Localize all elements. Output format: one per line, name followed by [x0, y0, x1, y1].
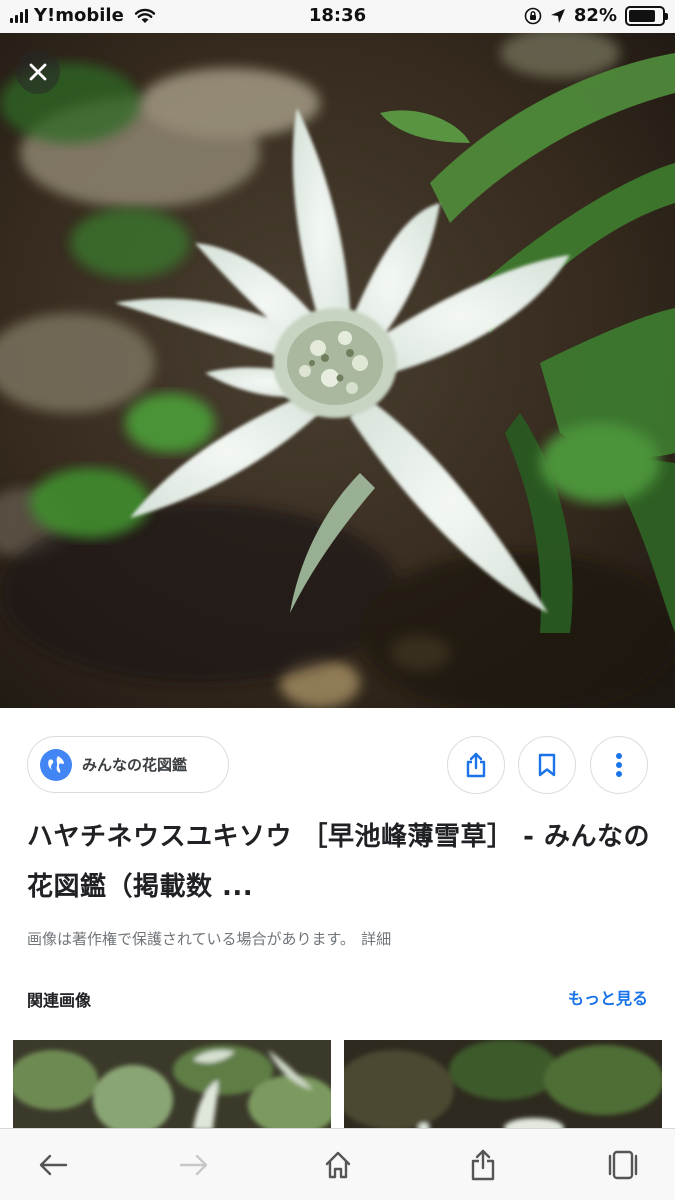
back-arrow-icon: [39, 1154, 68, 1176]
battery-icon: [625, 5, 668, 26]
edelweiss-photo: [0, 33, 675, 708]
see-more-link[interactable]: もっと見る: [568, 985, 648, 1009]
source-chip[interactable]: みんなの花図鑑: [27, 736, 229, 793]
related-image-1: [13, 1040, 331, 1130]
share-button[interactable]: [447, 736, 505, 794]
browser-toolbar: [0, 1128, 675, 1200]
tabs-button[interactable]: [601, 1143, 645, 1187]
more-options-button[interactable]: [590, 736, 648, 794]
copyright-notice: 画像は著作権で保護されている場合があります。 詳細: [27, 928, 391, 949]
battery-fill: [629, 9, 656, 22]
globe-icon: [40, 748, 72, 781]
share-icon: [466, 752, 486, 778]
more-vertical-icon: [616, 753, 622, 777]
location-icon: [550, 8, 565, 23]
tabs-icon: [608, 1150, 638, 1180]
close-icon: [29, 63, 47, 81]
forward-button[interactable]: [172, 1143, 216, 1187]
orientation-lock-icon: [524, 7, 542, 24]
result-title[interactable]: ハヤチネウスユキソウ ［早池峰薄雪草］ - みんなの花図鑑（掲載数 ...: [27, 812, 652, 912]
related-image-thumbnail[interactable]: [344, 1040, 662, 1130]
status-bar: Y!mobile 18:36 82%: [0, 0, 675, 33]
main-image[interactable]: [0, 33, 675, 708]
details-link[interactable]: 詳細: [361, 930, 391, 948]
toolbar-share-button[interactable]: [461, 1143, 505, 1187]
forward-arrow-icon: [179, 1154, 208, 1176]
copyright-text: 画像は著作権で保護されている場合があります。: [27, 930, 356, 948]
back-button[interactable]: [31, 1143, 75, 1187]
home-icon: [325, 1151, 351, 1179]
close-button[interactable]: [16, 50, 60, 94]
related-image-2: [344, 1040, 662, 1130]
battery-percent: 82%: [573, 5, 617, 26]
bookmark-icon: [538, 753, 556, 777]
bookmark-button[interactable]: [518, 736, 576, 794]
home-button[interactable]: [316, 1143, 360, 1187]
related-image-thumbnail[interactable]: [13, 1040, 331, 1130]
source-name: みんなの花図鑑: [82, 756, 188, 774]
related-images-heading: 関連画像: [27, 991, 92, 1010]
status-right: 82%: [524, 5, 668, 26]
share-icon: [471, 1149, 495, 1181]
